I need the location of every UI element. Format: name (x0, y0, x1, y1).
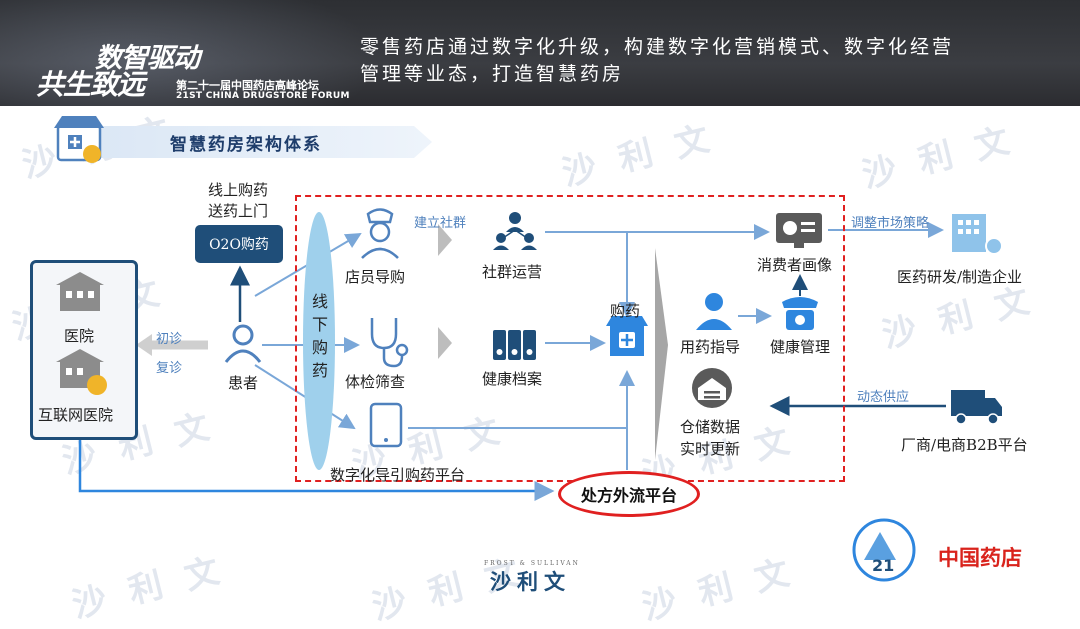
warehouse-line-2: 实时更新 (680, 440, 741, 458)
health-mgmt-label: 健康管理 (770, 338, 831, 356)
hospital-label: 医院 (64, 327, 95, 345)
smart-pharmacy-region (295, 195, 845, 482)
staff-guide-label: 店员导购 (345, 268, 406, 286)
warehouse-line-1: 仓储数据 (680, 418, 741, 436)
revisit-label: 复诊 (156, 361, 183, 376)
buy-medicine-label: 购药 (610, 302, 641, 320)
adjust-strategy-label: 调整市场策略 (851, 216, 930, 231)
rx-platform-node: 处方外流平台 (558, 471, 700, 517)
medication-guide-label: 用药指导 (680, 338, 741, 356)
community-ops-label: 社群运营 (482, 263, 543, 281)
first-visit-label: 初诊 (156, 332, 183, 347)
pharma-label: 医药研发/制造企业 (897, 268, 1023, 286)
internet-hospital-label: 互联网医院 (38, 406, 114, 424)
offline-label: 线下购药 (312, 292, 329, 380)
internet-hospital-icon (56, 349, 107, 395)
drugstore-logo: 中国药店 (938, 545, 1022, 570)
vendor-label: 厂商/电商B2B平台 (901, 436, 1028, 454)
health-records-label: 健康档案 (482, 370, 543, 388)
digital-platform-label: 数字化导引购药平台 (330, 466, 466, 484)
footer-brand: 沙利文 (490, 570, 571, 594)
hospital-building-icon (56, 272, 104, 311)
build-community-label: 建立社群 (414, 216, 467, 231)
consumer-profile-label: 消费者画像 (757, 256, 833, 274)
checkup-label: 体检筛查 (345, 373, 406, 391)
patient-label: 患者 (228, 374, 259, 392)
dynamic-supply-label: 动态供应 (857, 390, 910, 405)
badge-number: 21 (872, 556, 895, 575)
